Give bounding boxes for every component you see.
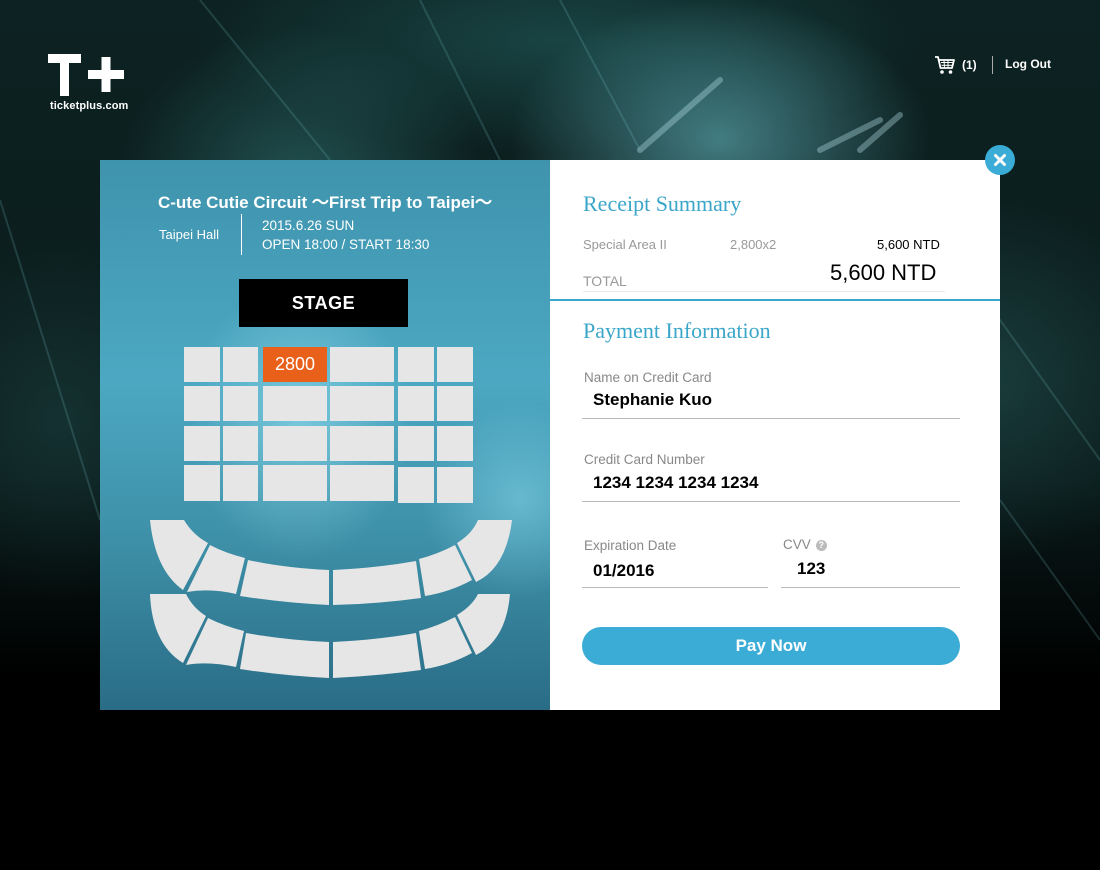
cvv-label-wrap: CVV?	[783, 537, 827, 552]
receipt-summary-title: Receipt Summary	[583, 191, 742, 216]
logo-domain-text: ticketplus.com	[50, 100, 129, 112]
balcony-section[interactable]	[240, 633, 329, 678]
close-modal-button[interactable]	[985, 145, 1015, 175]
name-on-card-input[interactable]	[582, 388, 960, 412]
expiration-date-field: Expiration Date	[582, 538, 768, 590]
balcony-section[interactable]	[333, 633, 421, 678]
receipt-item-qty: 2,800x2	[730, 237, 777, 252]
payment-information-title: Payment Information	[583, 318, 771, 343]
expiration-date-input[interactable]	[582, 559, 768, 583]
header-divider	[992, 56, 993, 74]
logo-mark-icon	[48, 54, 124, 96]
card-number-label: Credit Card Number	[584, 452, 705, 467]
receipt-row-divider	[583, 291, 945, 292]
card-number-underline	[582, 501, 960, 502]
card-number-input[interactable]	[582, 471, 960, 495]
receipt-total-label: TOTAL	[583, 273, 627, 289]
name-on-card-field: Name on Credit Card	[582, 370, 960, 422]
expiration-date-label: Expiration Date	[584, 538, 677, 553]
name-on-card-label: Name on Credit Card	[584, 370, 712, 385]
event-seatmap-panel: C-ute Cutie Circuit ～First Trip to Taipe…	[100, 160, 550, 710]
cvv-input[interactable]	[781, 557, 960, 581]
cart-button[interactable]: (1)	[934, 55, 977, 75]
checkout-modal: C-ute Cutie Circuit ～First Trip to Taipe…	[100, 160, 1000, 710]
name-on-card-underline	[582, 418, 960, 419]
question-icon[interactable]: ?	[815, 540, 827, 551]
balcony-section[interactable]	[333, 561, 421, 605]
section-divider	[550, 299, 1000, 301]
balcony-section[interactable]	[240, 560, 329, 605]
cart-count: (1)	[962, 58, 977, 72]
card-number-field: Credit Card Number	[582, 452, 960, 504]
receipt-payment-panel: Receipt Summary Special Area II 2,800x2 …	[550, 160, 1000, 710]
cvv-field: CVV?	[781, 537, 960, 589]
receipt-total-value: 5,600 NTD	[830, 260, 937, 285]
cvv-underline	[781, 587, 960, 588]
pay-now-button[interactable]: Pay Now	[582, 627, 960, 665]
shopping-cart-icon	[935, 56, 955, 74]
ticketplus-logo[interactable]: ticketplus.com	[46, 52, 128, 116]
logout-link[interactable]: Log Out	[1005, 57, 1051, 71]
receipt-item-subtotal: 5,600 NTD	[877, 237, 940, 252]
expiration-date-underline	[582, 587, 768, 588]
balcony-seat-tiers	[150, 520, 512, 678]
receipt-item-name: Special Area II	[583, 237, 667, 252]
cvv-label: CVV	[783, 537, 811, 552]
close-icon	[994, 154, 1006, 166]
